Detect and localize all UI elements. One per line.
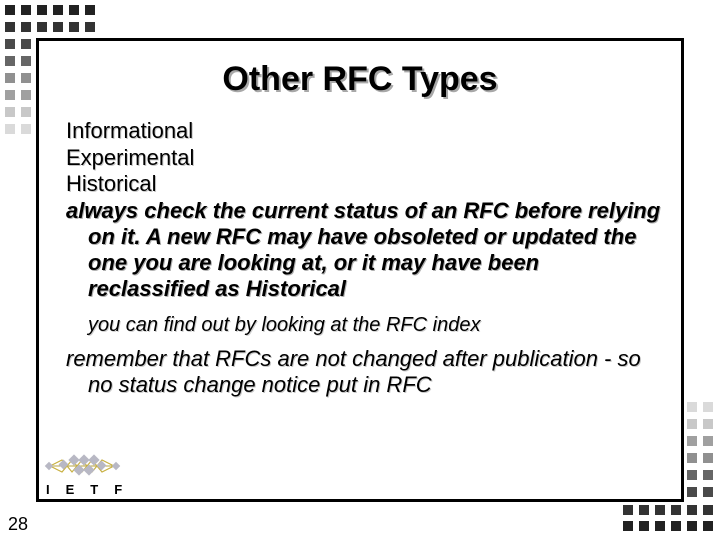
slide-body: Informational Experimental Historical al…: [66, 118, 666, 398]
decorative-square: [671, 505, 681, 515]
decorative-square: [687, 470, 697, 480]
decorative-square: [687, 521, 697, 531]
unchanged-rfc-note: remember that RFCs are not changed after…: [66, 345, 641, 397]
decorative-square: [623, 505, 633, 515]
decorative-square: [21, 124, 31, 134]
list-item-informational: Informational: [66, 118, 194, 143]
decorative-square: [703, 505, 713, 515]
decorative-square: [69, 5, 79, 15]
decorative-square: [85, 5, 95, 15]
decorative-square: [655, 521, 665, 531]
decorative-square: [687, 453, 697, 463]
decorative-square: [703, 487, 713, 497]
decorative-square: [639, 505, 649, 515]
decorative-square: [687, 436, 697, 446]
decorative-square: [37, 5, 47, 15]
decorative-square: [69, 22, 79, 32]
decorative-square: [703, 402, 713, 412]
decorative-square: [21, 39, 31, 49]
decorative-square: [5, 124, 15, 134]
decorative-square: [687, 402, 697, 412]
decorative-square: [703, 521, 713, 531]
rfc-index-subnote: you can find out by looking at the RFC i…: [88, 313, 481, 336]
list-item-experimental: Experimental: [66, 144, 195, 170]
decorative-square: [687, 487, 697, 497]
decorative-square: [703, 470, 713, 480]
decorative-square: [655, 505, 665, 515]
decorative-square: [5, 39, 15, 49]
decorative-square: [5, 107, 15, 117]
decorative-square: [21, 5, 31, 15]
decorative-square: [21, 22, 31, 32]
decorative-square: [85, 22, 95, 32]
decorative-square: [623, 521, 633, 531]
decorative-square: [37, 22, 47, 32]
decorative-square: [671, 521, 681, 531]
ietf-logo-text: IETF: [46, 482, 139, 497]
list-item-historical: Historical: [66, 171, 157, 196]
decorative-square: [21, 107, 31, 117]
page-number: 28: [8, 514, 29, 534]
decorative-square: [5, 22, 15, 32]
decorative-square: [687, 505, 697, 515]
decorative-square: [703, 436, 713, 446]
decorative-square: [639, 521, 649, 531]
decorative-square: [53, 5, 63, 15]
decorative-square: [53, 22, 63, 32]
status-warning-note: always check the current status of an RF…: [66, 197, 661, 301]
decorative-square: [703, 453, 713, 463]
decorative-square: [687, 419, 697, 429]
slide-title: Other RFC Types: [222, 60, 498, 98]
decorative-square: [5, 5, 15, 15]
decorative-square: [703, 419, 713, 429]
